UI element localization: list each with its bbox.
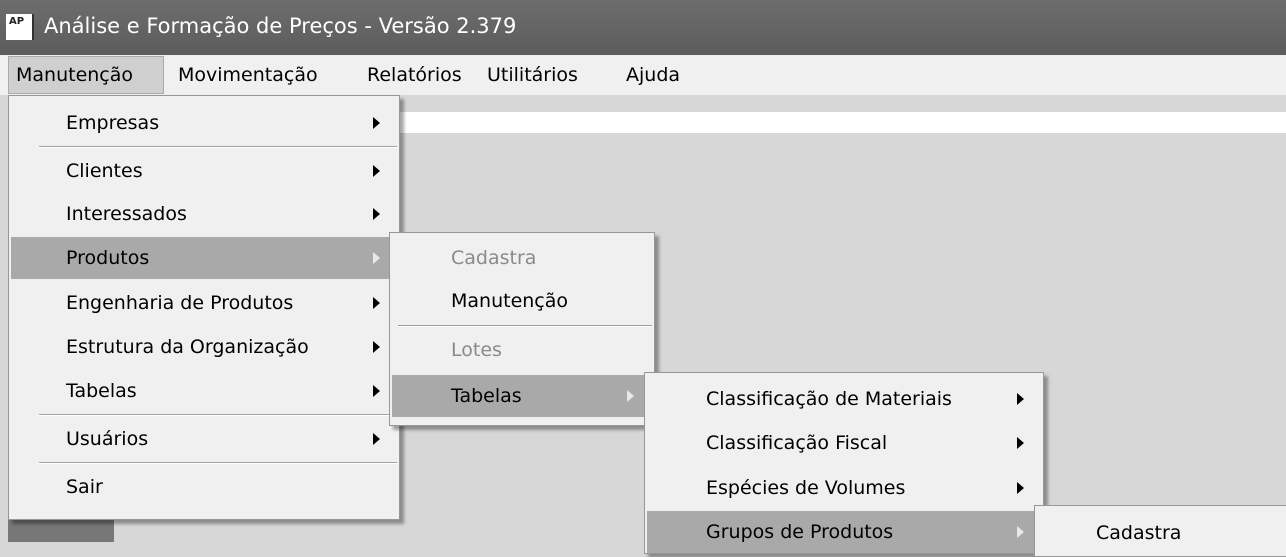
menu-item-label: Cadastra (1096, 522, 1182, 544)
menu-separator (39, 146, 397, 148)
title-bar: AP Análise e Formação de Preços - Versão… (0, 0, 1286, 55)
menu-item-label: Classificação de Materiais (706, 388, 952, 410)
menu-item-label: Produtos (66, 247, 150, 269)
menu-item-label: Espécies de Volumes (706, 477, 906, 499)
submenu-arrow-icon (1017, 393, 1024, 405)
menu-item-label: Tabelas (451, 385, 522, 407)
submenu-arrow-icon (373, 297, 380, 309)
menu-item-label: Estrutura da Organização (66, 336, 309, 358)
submenu-arrow-icon (373, 341, 380, 353)
menu-item-usuarios[interactable]: Usuários (11, 418, 397, 460)
manutencao-dropdown: Empresas Clientes Interessados Produtos … (8, 95, 400, 520)
menu-item-label: Clientes (66, 160, 143, 182)
menu-item-manutencao[interactable]: Manutenção (392, 280, 652, 322)
menu-item-classificacao-fiscal[interactable]: Classificação Fiscal (647, 422, 1041, 464)
menu-manutencao[interactable]: Manutenção (8, 56, 164, 94)
menu-item-estrutura-da-organizacao[interactable]: Estrutura da Organização (11, 326, 397, 368)
menu-item-especies-de-volumes[interactable]: Espécies de Volumes (647, 467, 1041, 509)
menu-item-empresas[interactable]: Empresas (11, 102, 397, 144)
produtos-submenu: Cadastra Manutenção Lotes Tabelas (389, 232, 655, 426)
menu-movimentacao[interactable]: Movimentação (178, 55, 318, 95)
toolbar-area (390, 112, 1286, 133)
menu-relatorios[interactable]: Relatórios (367, 55, 462, 95)
app-icon: AP (6, 14, 34, 40)
menu-item-label: Manutenção (451, 290, 569, 312)
tabelas-submenu: Classificação de Materiais Classificação… (644, 372, 1044, 554)
submenu-arrow-icon (373, 433, 380, 445)
menu-item-grupos-de-produtos[interactable]: Grupos de Produtos (647, 511, 1041, 553)
menu-item-label: Cadastra (451, 247, 537, 269)
menu-item-label: Classificação Fiscal (706, 432, 888, 454)
menu-item-interessados[interactable]: Interessados (11, 193, 397, 235)
menu-item-cadastra[interactable]: Cadastra (1037, 512, 1285, 554)
menu-utilitarios[interactable]: Utilitários (487, 55, 578, 95)
submenu-arrow-icon (373, 165, 380, 177)
menu-item-label: Empresas (66, 112, 160, 134)
menu-item-cadastra[interactable]: Cadastra (392, 237, 652, 279)
menu-separator (39, 414, 397, 416)
submenu-arrow-icon (373, 385, 380, 397)
menu-ajuda[interactable]: Ajuda (626, 55, 680, 95)
submenu-arrow-icon (373, 208, 380, 220)
menu-item-label: Usuários (66, 428, 149, 450)
menu-bar: Manutenção Movimentação Relatórios Utili… (0, 55, 1286, 95)
menu-item-label: Interessados (66, 203, 187, 225)
submenu-arrow-icon (1017, 526, 1024, 538)
menu-item-engenharia-de-produtos[interactable]: Engenharia de Produtos (11, 282, 397, 324)
submenu-arrow-icon (373, 252, 380, 264)
menu-item-classificacao-de-materiais[interactable]: Classificação de Materiais (647, 378, 1041, 420)
menu-item-sair[interactable]: Sair (11, 466, 397, 508)
window-title: Análise e Formação de Preços - Versão 2.… (44, 14, 517, 38)
menu-item-label: Lotes (451, 339, 502, 361)
menu-item-tabelas[interactable]: Tabelas (392, 375, 652, 417)
menu-item-lotes[interactable]: Lotes (392, 329, 652, 371)
grupos-submenu: Cadastra (1034, 505, 1286, 557)
submenu-arrow-icon (1017, 437, 1024, 449)
menu-item-label: Sair (66, 476, 103, 498)
menu-separator (39, 462, 397, 464)
menu-separator (398, 325, 652, 327)
submenu-arrow-icon (1017, 482, 1024, 494)
menu-item-produtos[interactable]: Produtos (11, 237, 397, 279)
menu-item-label: Grupos de Produtos (706, 521, 894, 543)
menu-item-label: Tabelas (66, 380, 137, 402)
submenu-arrow-icon (373, 117, 380, 129)
menu-item-label: Engenharia de Produtos (66, 292, 294, 314)
menu-item-tabelas[interactable]: Tabelas (11, 370, 397, 412)
menu-item-clientes[interactable]: Clientes (11, 150, 397, 192)
submenu-arrow-icon (627, 390, 634, 402)
